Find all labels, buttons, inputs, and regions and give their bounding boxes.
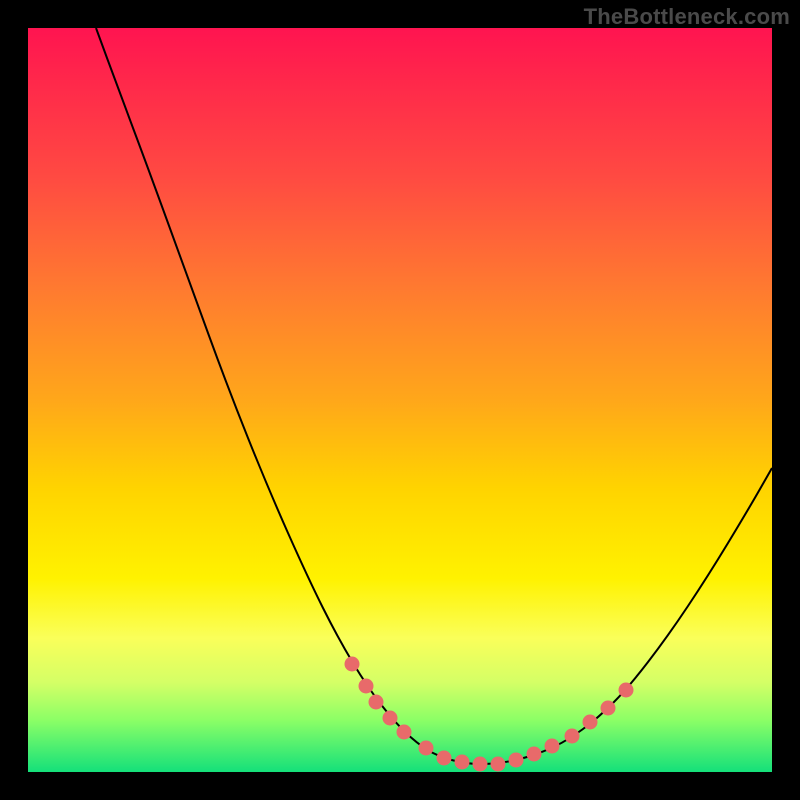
chart-frame: TheBottleneck.com xyxy=(0,0,800,800)
watermark-text: TheBottleneck.com xyxy=(584,4,790,30)
data-dot xyxy=(565,729,580,744)
data-dot xyxy=(619,683,634,698)
data-dot xyxy=(437,751,452,766)
data-dot xyxy=(419,741,434,756)
data-dot xyxy=(345,657,360,672)
data-dot xyxy=(455,755,470,770)
data-dot xyxy=(491,757,506,772)
data-dot xyxy=(473,757,488,772)
data-dot xyxy=(583,715,598,730)
data-dot xyxy=(601,701,616,716)
data-dot xyxy=(509,753,524,768)
data-dot xyxy=(545,739,560,754)
data-dot xyxy=(397,725,412,740)
data-dot xyxy=(359,679,374,694)
data-dot xyxy=(369,695,384,710)
bottleneck-curve xyxy=(96,28,772,764)
plot-area xyxy=(28,28,772,772)
optimal-range-dots xyxy=(345,657,634,772)
data-dot xyxy=(383,711,398,726)
data-dot xyxy=(527,747,542,762)
curve-svg xyxy=(28,28,772,772)
